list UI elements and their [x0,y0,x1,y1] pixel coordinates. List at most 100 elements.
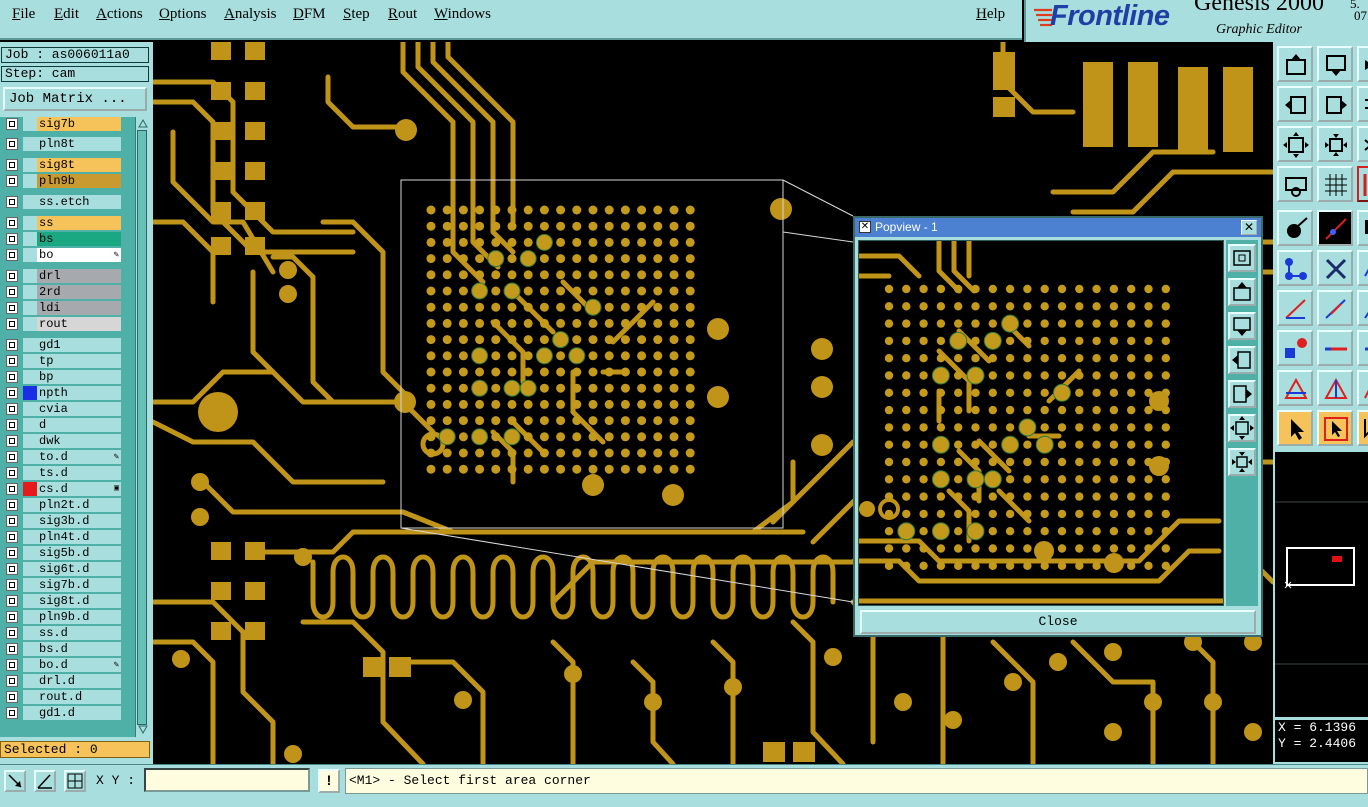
layer-checkbox[interactable] [6,691,18,703]
layer-checkbox[interactable] [6,547,18,559]
extra-edit-button[interactable] [1357,290,1368,326]
layer-checkbox[interactable] [6,643,18,655]
layer-checkbox[interactable] [6,675,18,687]
layer-checkbox[interactable] [6,435,18,447]
layer-color-swatch[interactable] [23,301,37,315]
layer-checkbox[interactable] [6,286,18,298]
menu-dfm[interactable]: DFM [293,6,326,23]
popview-zoom-out-button[interactable] [1228,414,1256,442]
layer-checkbox[interactable] [6,355,18,367]
layer-row-bo.d[interactable]: bo.d [3,658,121,672]
layer-color-swatch[interactable] [23,402,37,416]
layer-color-swatch[interactable] [23,482,37,496]
layer-row-bs[interactable]: bs [3,232,121,246]
layer-checkbox[interactable] [6,318,18,330]
layer-color-swatch[interactable] [23,317,37,331]
popview-canvas[interactable] [858,240,1224,606]
layer-row-cvia[interactable]: cvia [3,402,121,416]
layer-color-swatch[interactable] [23,174,37,188]
popview-zoom-in-button[interactable] [1228,448,1256,476]
layer-row-bp[interactable]: bp [3,370,121,384]
add-pad-button[interactable] [1277,330,1313,366]
menu-windows[interactable]: Windows [434,6,491,23]
delete-button[interactable] [1317,330,1353,366]
layer-color-swatch[interactable] [23,594,37,608]
layer-checkbox[interactable] [6,217,18,229]
layer-checkbox[interactable] [6,233,18,245]
cross-button[interactable] [1317,250,1353,286]
layer-color-swatch[interactable] [23,285,37,299]
scroll-down-icon[interactable] [138,725,148,734]
popview-pan-left-button[interactable] [1228,346,1256,374]
job-matrix-button[interactable]: Job Matrix ... [3,87,147,111]
layer-color-swatch[interactable] [23,117,37,131]
layer-row-pln9b[interactable]: pln9b [3,174,121,188]
snap-grid-button[interactable] [64,770,86,792]
layer-row-tp[interactable]: tp [3,354,121,368]
layer-checkbox[interactable] [6,270,18,282]
layer-row-rout.d[interactable]: rout.d [3,690,121,704]
popview-zoom-fit-button[interactable] [1228,244,1256,272]
line-button[interactable] [1317,210,1353,246]
measure-button[interactable] [1357,166,1368,202]
layer-color-swatch[interactable] [23,338,37,352]
layer-color-swatch[interactable] [23,706,37,720]
triangle-edit-button[interactable] [1317,370,1353,406]
layer-row-to.d[interactable]: to.d [3,450,121,464]
layer-checkbox[interactable] [6,371,18,383]
layer-checkbox[interactable] [6,483,18,495]
menu-edit[interactable]: Edit [54,6,79,23]
extra-delete-button[interactable] [1357,330,1368,366]
pan-left-button[interactable] [1277,86,1313,122]
layer-color-swatch[interactable] [23,546,37,560]
menu-options[interactable]: Options [159,6,207,23]
layer-color-swatch[interactable] [23,434,37,448]
layer-color-swatch[interactable] [23,232,37,246]
menu-help[interactable]: Help [976,6,1005,23]
layer-checkbox[interactable] [6,387,18,399]
layer-checkbox[interactable] [6,627,18,639]
layer-checkbox[interactable] [6,499,18,511]
layer-color-swatch[interactable] [23,450,37,464]
swap-button[interactable] [1357,86,1368,122]
layer-checkbox[interactable] [6,579,18,591]
popview-titlebar[interactable]: ✕ Popview - 1 [855,218,1261,237]
zoom-fit-button[interactable] [1277,126,1313,162]
layer-row-sig7b[interactable]: sig7b [3,117,121,131]
menu-analysis[interactable]: Analysis [224,6,277,23]
layer-color-swatch[interactable] [23,248,37,262]
window-menu-icon[interactable]: ✕ [859,221,871,233]
grid-button[interactable] [1317,166,1353,202]
layer-checkbox[interactable] [6,707,18,719]
layer-checkbox[interactable] [6,138,18,150]
layer-checkbox[interactable] [6,595,18,607]
layer-checkbox[interactable] [6,419,18,431]
draw-line-button[interactable] [1277,290,1313,326]
layer-checkbox[interactable] [6,249,18,261]
layer-row-sig8t[interactable]: sig8t [3,158,121,172]
layer-row-bs.d[interactable]: bs.d [3,642,121,656]
popview-close-icon[interactable]: ✕ [1241,220,1257,235]
layer-color-swatch[interactable] [23,269,37,283]
layer-row-npth[interactable]: npth [3,386,121,400]
popview-pan-right-button[interactable] [1228,380,1256,408]
menu-step[interactable]: Step [343,6,370,23]
layer-checkbox[interactable] [6,403,18,415]
layer-row-drl[interactable]: drl [3,269,121,283]
snap-angle-button[interactable] [34,770,56,792]
layer-checkbox[interactable] [6,611,18,623]
layer-checkbox[interactable] [6,659,18,671]
layer-row-sig6t.d[interactable]: sig6t.d [3,562,121,576]
pan-right-button[interactable] [1357,46,1368,82]
layer-row-ss.etch[interactable]: ss.etch [3,195,121,209]
menu-actions[interactable]: Actions [96,6,143,23]
layer-color-swatch[interactable] [23,158,37,172]
scroll-thumb[interactable] [137,130,147,725]
layer-row-sig8t.d[interactable]: sig8t.d [3,594,121,608]
layer-color-swatch[interactable] [23,216,37,230]
layer-row-cs.d[interactable]: cs.d [3,482,121,496]
layer-row-rout[interactable]: rout [3,317,121,331]
layer-color-swatch[interactable] [23,418,37,432]
layer-row-gd1.d[interactable]: gd1.d [3,706,121,720]
layer-row-sig3b.d[interactable]: sig3b.d [3,514,121,528]
